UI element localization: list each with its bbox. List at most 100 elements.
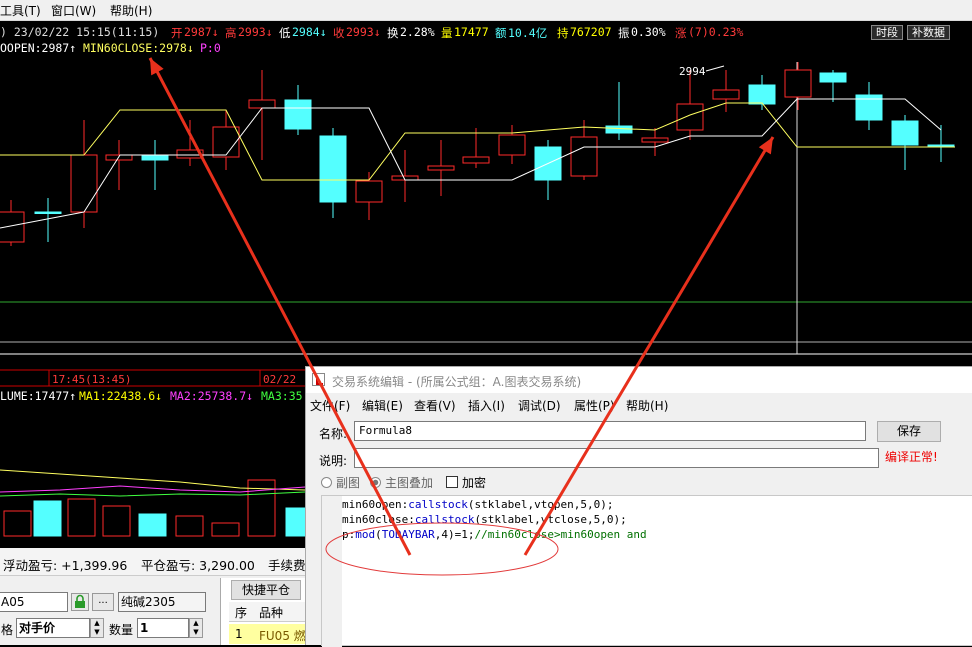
candle-body — [70, 154, 98, 213]
quote-chg: (7)0.23% — [688, 25, 744, 39]
price-label: 格 — [1, 623, 14, 637]
menu-properties[interactable]: 属性(P) — [574, 397, 615, 414]
time-period-button[interactable]: 时段 — [871, 25, 903, 40]
menu-view[interactable]: 查看(V) — [414, 397, 456, 414]
menu-edit[interactable]: 编辑(E) — [362, 397, 403, 414]
row-product: FU05 燃 — [259, 629, 306, 643]
quick-close-button[interactable]: 快捷平仓 — [231, 580, 301, 600]
candle-body — [355, 180, 383, 203]
bearish-candle — [319, 128, 347, 218]
bullish-candle — [105, 140, 133, 190]
candle-body — [570, 136, 598, 177]
volume-bar-down — [33, 500, 62, 537]
qty-input[interactable]: 1 — [137, 618, 189, 638]
candle-body — [284, 99, 312, 130]
bullish-candle — [176, 120, 204, 166]
indicator-p: P:0 — [200, 41, 221, 55]
ma3-text: MA3:35 — [261, 389, 303, 403]
encrypt-checkbox[interactable] — [446, 476, 458, 488]
time-label: 17:45(13:45) — [52, 373, 131, 386]
quote-low: 2984↓ — [292, 25, 327, 39]
bearish-candle — [284, 85, 312, 135]
quote-oi-label: 持 — [557, 26, 569, 40]
price-type-select[interactable]: 对手价 — [16, 618, 90, 638]
quote-high-label: 高 — [225, 26, 237, 40]
candle-body — [176, 149, 204, 159]
quote-amp: 0.30% — [631, 25, 666, 39]
bearish-candle — [534, 140, 562, 200]
code-editor[interactable]: min60open:callstock(stklabel,vtopen,5,0)… — [321, 495, 972, 647]
formula-editor-dialog: 交易系统编辑 - (所属公式组：A.图表交易系统) 文件(F) 编辑(E) 查看… — [305, 366, 972, 647]
candle-body — [248, 99, 276, 109]
quote-amount-label: 额 — [495, 26, 507, 40]
bearish-candle — [141, 140, 169, 190]
bearish-candle — [748, 75, 776, 110]
menu-debug[interactable]: 调试(D) — [518, 397, 561, 414]
volume-bar-up — [175, 515, 204, 537]
bearish-candle — [819, 70, 847, 102]
bullish-candle — [641, 128, 669, 156]
candle-body — [641, 137, 669, 143]
ma2-text: MA2:25738.7↓ — [170, 389, 254, 403]
menu-help[interactable]: 帮助(H) — [110, 2, 152, 19]
list-item[interactable]: 1 FU05 燃 — [229, 624, 306, 644]
trade-panel: 浮动盈亏: +1,399.96 平仓盈亏: 3,290.00 手续费 A05 .… — [0, 548, 306, 645]
header-product: 品种 — [259, 606, 284, 620]
quote-datetime: ) 23/02/22 15:15(11:15) — [0, 25, 160, 39]
quote-oi: 767207 — [570, 25, 612, 39]
more-button[interactable]: ... — [92, 593, 114, 611]
compile-status: 编译正常! — [885, 450, 938, 464]
candle-body — [676, 103, 704, 131]
indicator-close: MIN60CLOSE:2978↓ — [83, 41, 194, 55]
desc-input[interactable] — [354, 448, 879, 468]
bearish-candle — [605, 82, 633, 140]
bearish-candle — [855, 82, 883, 130]
save-button[interactable]: 保存 — [877, 421, 941, 442]
lock-button[interactable] — [71, 593, 89, 611]
quote-chg-label: 涨 — [675, 26, 687, 40]
menu-insert[interactable]: 插入(I) — [468, 397, 505, 414]
editor-gutter — [322, 496, 342, 647]
volume-bar-up — [102, 505, 131, 537]
quote-turnover-label: 换 — [387, 26, 399, 40]
volume-bar-up — [211, 522, 240, 537]
candle-body — [319, 135, 347, 203]
candle-body — [784, 69, 812, 98]
candle-body — [141, 155, 169, 161]
row-index: 1 — [235, 627, 243, 641]
peak-label: 2994 — [679, 65, 706, 78]
app-icon — [312, 373, 325, 386]
bullish-candle — [391, 150, 419, 202]
overlay-radio[interactable] — [370, 477, 381, 488]
fee-label: 手续费 — [268, 558, 306, 573]
bearish-candle — [927, 125, 955, 162]
menu-tools[interactable]: 工具(T) — [0, 2, 41, 19]
bullish-candle — [784, 62, 812, 110]
price-spinner[interactable]: ▲ ▼ — [90, 618, 104, 638]
contract-code-input[interactable]: A05 — [0, 592, 68, 612]
quote-close-label: 收 — [333, 26, 345, 40]
qty-label: 数量 — [109, 623, 134, 637]
dialog-title: 交易系统编辑 - (所属公式组：A.图表交易系统) — [332, 375, 582, 389]
menu-window[interactable]: 窗口(W) — [51, 2, 96, 19]
quote-amount: 10.4亿 — [508, 26, 548, 40]
subchart-radio[interactable] — [321, 477, 332, 488]
peak-pointer — [705, 65, 725, 72]
quote-close: 2993↓ — [346, 25, 381, 39]
quote-volume-label: 量 — [441, 26, 453, 40]
float-pnl: 浮动盈亏: +1,399.96 — [3, 558, 128, 573]
code-line-3: p:mod(TODAYBAR,4)=1;//min60close>min60op… — [342, 528, 647, 541]
qty-spinner[interactable]: ▲ ▼ — [189, 618, 203, 638]
fill-data-button[interactable]: 补数据 — [907, 25, 950, 40]
code-line-2: min60close:callstock(stklabel,vtclose,5,… — [342, 513, 627, 526]
candle-body — [212, 126, 240, 158]
bullish-candle — [212, 110, 240, 170]
menu-help-dialog[interactable]: 帮助(H) — [626, 397, 668, 414]
position-list: 快捷平仓 序 品种 1 FU05 燃 — [220, 578, 306, 645]
name-input[interactable]: Formula8 — [354, 421, 866, 441]
quote-amp-label: 振 — [618, 26, 630, 40]
volume-panel-header: LUME:17477↑ MA1:22438.6↓ MA2:25738.7↓ MA… — [0, 388, 305, 405]
quote-volume: 17477 — [454, 25, 489, 39]
menu-file[interactable]: 文件(F) — [310, 397, 350, 414]
bullish-candle — [0, 200, 25, 246]
